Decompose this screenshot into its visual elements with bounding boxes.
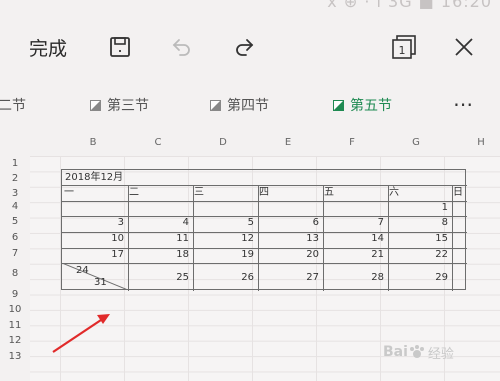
column-header[interactable]: H [461, 130, 500, 156]
date-cell: 29 [435, 272, 448, 283]
date-cell: 4 [182, 217, 189, 228]
date-cell: 5 [247, 217, 254, 228]
row-header[interactable]: 4 [0, 201, 30, 212]
date-cell: 10 [111, 233, 124, 244]
row-header[interactable]: 11 [0, 320, 30, 331]
date-cell: 24 [76, 265, 89, 276]
row-header-column: 1 2 3 4 5 6 7 8 9 10 11 12 13 [0, 156, 30, 381]
row-header[interactable]: 2 [0, 173, 30, 184]
close-icon [455, 38, 473, 56]
weekday-header: 日 [453, 187, 463, 198]
row-header[interactable]: 5 [0, 216, 30, 227]
calendar-gridline [388, 185, 389, 291]
row-header[interactable]: 10 [0, 304, 30, 315]
date-cell: 17 [111, 249, 124, 260]
row-header[interactable]: 6 [0, 232, 30, 243]
date-cell: 7 [377, 217, 384, 228]
date-cell: 27 [306, 272, 319, 283]
date-cell: 8 [441, 217, 448, 228]
date-cell: 25 [176, 272, 189, 283]
date-cell: 1 [441, 202, 448, 213]
weekday-header: 六 [389, 187, 399, 198]
watermark: Bai 经验 [383, 332, 493, 372]
column-header[interactable]: F [332, 130, 372, 156]
date-cell: 14 [371, 233, 384, 244]
calendar-gridline [128, 185, 129, 291]
date-cell: 19 [241, 249, 254, 260]
save-button[interactable] [100, 14, 140, 80]
sheet-tab-label: 第五节 [350, 98, 392, 114]
redo-icon [236, 39, 254, 56]
date-cell: 21 [371, 249, 384, 260]
sheet-tab-3[interactable]: 第三节 [90, 80, 149, 130]
date-cell: 3 [117, 217, 124, 228]
date-cell: 26 [241, 272, 254, 283]
redo-button[interactable] [224, 14, 264, 80]
pages-button[interactable]: 1 [384, 14, 424, 80]
sheet-tab-bar: 二节 第三节 第四节 第五节 ⋯ [0, 80, 500, 130]
row-header[interactable]: 1 [0, 158, 30, 169]
sheet-tab-label: 第三节 [107, 98, 149, 114]
status-bar: ⅹ ⊕ · ⅼ 3G ■ 16:20 [0, 0, 500, 14]
more-menu-button[interactable]: ⋯ [453, 92, 474, 116]
sheet-icon [90, 99, 101, 111]
date-cell: 6 [312, 217, 319, 228]
calendar-gridline [452, 185, 453, 291]
column-header-row: BCDEFGH [0, 130, 500, 156]
sheet-icon [333, 99, 344, 111]
sheet-tab-label: 二节 [0, 98, 26, 114]
date-cell: 12 [241, 233, 254, 244]
toolbar: 完成 1 [0, 14, 500, 81]
undo-button[interactable] [162, 14, 202, 80]
weekday-header: 五 [324, 187, 334, 198]
sheet-tab-5[interactable]: 第五节 [333, 80, 392, 130]
date-cell: 13 [306, 233, 319, 244]
column-header[interactable]: C [138, 130, 178, 156]
watermark-text: Bai [383, 344, 408, 360]
weekday-header: 四 [259, 187, 269, 198]
date-cell: 31 [94, 277, 107, 288]
row-header[interactable]: 3 [0, 188, 30, 199]
pages-icon: 1 [392, 35, 416, 59]
column-header[interactable]: G [396, 130, 436, 156]
date-cell: 28 [371, 272, 384, 283]
row-header[interactable]: 7 [0, 248, 30, 259]
pages-count: 1 [399, 44, 406, 57]
paw-icon [409, 345, 424, 358]
row-header[interactable]: 13 [0, 351, 30, 362]
date-cell: 11 [176, 233, 189, 244]
calendar-title: 2018年12月 [65, 172, 124, 183]
calendar-gridline [323, 185, 324, 291]
done-button[interactable]: 完成 [16, 14, 80, 80]
weekday-header: 二 [129, 187, 139, 198]
calendar-table[interactable]: 2018年12月一二三四五六日 1 3 4 5 6 7 8 10 11 12 13 14 15 17 18 19… [61, 169, 467, 291]
column-header[interactable]: E [268, 130, 308, 156]
sheet-tab-label: 第四节 [227, 98, 269, 114]
weekday-header: 一 [64, 187, 74, 198]
date-cell: 18 [176, 249, 189, 260]
sheet-icon [210, 99, 221, 111]
sheet-tab-4[interactable]: 第四节 [210, 80, 269, 130]
date-cell: 15 [435, 233, 448, 244]
row-header[interactable]: 12 [0, 335, 30, 346]
column-header[interactable]: B [73, 130, 113, 156]
weekday-header: 三 [194, 187, 204, 198]
row-header[interactable]: 8 [0, 268, 30, 279]
date-cell: 22 [435, 249, 448, 260]
calendar-gridline [62, 185, 467, 186]
sheet-tab-2[interactable]: 二节 [0, 80, 26, 130]
status-text: ⅹ ⊕ · ⅼ 3G ■ 16:20 [327, 0, 492, 11]
column-header[interactable]: D [203, 130, 243, 156]
date-cell: 20 [306, 249, 319, 260]
save-icon [110, 37, 130, 57]
undo-icon [172, 39, 190, 56]
calendar-gridline [258, 185, 259, 291]
watermark-suffix: 经验 [427, 346, 454, 362]
row-header[interactable]: 9 [0, 289, 30, 300]
close-button[interactable] [444, 14, 484, 80]
calendar-gridline [62, 201, 467, 202]
calendar-gridline [193, 185, 194, 291]
